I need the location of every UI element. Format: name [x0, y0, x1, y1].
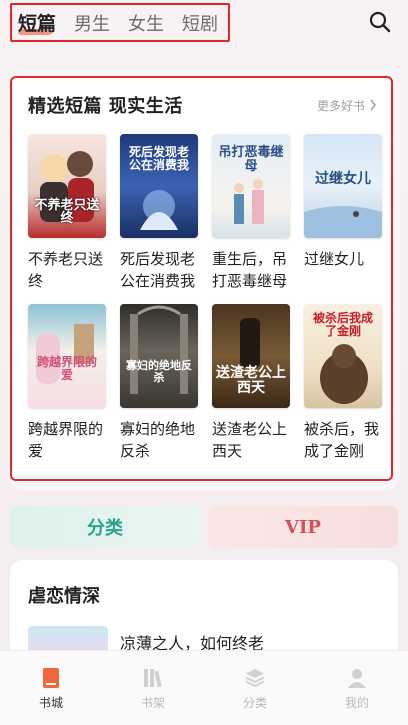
- book-title: 寡妇的绝地反杀: [120, 420, 196, 460]
- tab-short-drama[interactable]: 短剧: [182, 10, 218, 36]
- book-cover-title: 过继女儿: [315, 171, 371, 187]
- book-title: 不养老只送终: [28, 250, 104, 290]
- featured-section: 精选短篇 现实生活 更多好书 不养老只送终 不养老只送终 死后发现老公在消费我 …: [10, 76, 393, 481]
- book-item[interactable]: 跨越界限的爱 跨越界限的爱: [28, 304, 106, 462]
- book-item[interactable]: 死后发现老公在消费我 死后发现老公在消费我: [120, 134, 198, 292]
- book-item[interactable]: 过继女儿 过继女儿: [304, 134, 382, 292]
- nav-bookstore[interactable]: 书城: [16, 666, 86, 711]
- book-cover: 跨越界限的爱: [28, 304, 106, 408]
- tab-male-label: 男生: [74, 13, 111, 35]
- category-button[interactable]: 分类: [10, 506, 200, 548]
- tab-female-label: 女生: [128, 13, 165, 35]
- book-cover: 送渣老公上西天: [212, 304, 290, 408]
- top-tab-bar: 短篇 男生 女生 短剧: [10, 3, 230, 42]
- category-button-label: 分类: [87, 518, 123, 539]
- nav-profile[interactable]: 我的: [322, 666, 392, 711]
- book-cover-title: 不养老只送终: [34, 197, 100, 227]
- book-cover: 死后发现老公在消费我: [120, 134, 198, 238]
- category-icon: [245, 668, 265, 687]
- bottom-nav: 书城 书架 分类 我的: [0, 650, 408, 725]
- nav-bookshelf-label: 书架: [140, 695, 165, 710]
- tab-short-label: 短篇: [18, 13, 57, 35]
- book-cover-title: 送渣老公上西天: [216, 365, 286, 396]
- bookshelf-icon: [144, 668, 162, 687]
- more-books-label: 更多好书: [316, 98, 365, 113]
- book-grid: 不养老只送终 不养老只送终 死后发现老公在消费我 死后发现老公在消费我 吊打恶毒…: [28, 134, 382, 462]
- section2-title: 虐恋情深: [28, 586, 100, 607]
- nav-category-label: 分类: [242, 695, 267, 710]
- book-cover: 过继女儿: [304, 134, 382, 238]
- book-title: 过继女儿: [304, 250, 365, 268]
- nav-category[interactable]: 分类: [220, 666, 290, 711]
- chevron-right-icon: [370, 99, 376, 111]
- book-cover-title: 死后发现老公在消费我: [128, 145, 189, 172]
- more-books-link[interactable]: 更多好书: [317, 97, 377, 114]
- search-icon[interactable]: [368, 10, 392, 34]
- book-cover: 吊打恶毒继母: [212, 134, 290, 238]
- section-title: 精选短篇 现实生活: [28, 96, 183, 117]
- book-item[interactable]: 被杀后我成了金刚 被杀后，我成了金刚: [304, 304, 382, 462]
- tab-female[interactable]: 女生: [128, 10, 164, 36]
- book-title: 跨越界限的爱: [28, 420, 104, 460]
- book-item[interactable]: 吊打恶毒继母 重生后，吊打恶毒继母: [212, 134, 290, 292]
- tab-short[interactable]: 短篇: [18, 9, 56, 36]
- book-cover: 不养老只送终: [28, 134, 106, 238]
- tab-male[interactable]: 男生: [74, 10, 110, 36]
- book-item[interactable]: 不养老只送终 不养老只送终: [28, 134, 106, 292]
- book-title: 重生后，吊打恶毒继母: [212, 250, 288, 290]
- book-title: 死后发现老公在消费我: [120, 250, 196, 290]
- book-title: 被杀后，我成了金刚: [304, 420, 380, 460]
- bookstore-icon: [43, 667, 59, 688]
- book-cover-title: 吊打恶毒继母: [218, 145, 284, 174]
- book-cover-title: 被杀后我成了金刚: [312, 311, 373, 338]
- book-title: 送渣老公上西天: [212, 420, 288, 460]
- book-cover-title: 跨越界限的爱: [36, 355, 97, 382]
- book-item[interactable]: 送渣老公上西天 送渣老公上西天: [212, 304, 290, 462]
- vip-button[interactable]: VIP: [208, 506, 398, 548]
- tab-short-drama-label: 短剧: [182, 13, 219, 35]
- nav-bookshelf[interactable]: 书架: [118, 666, 188, 711]
- nav-bookstore-label: 书城: [38, 695, 63, 710]
- book-cover: 被杀后我成了金刚: [304, 304, 382, 408]
- book-item[interactable]: 寡妇的绝地反杀 寡妇的绝地反杀: [120, 304, 198, 462]
- profile-icon: [348, 668, 366, 688]
- book-cover: 寡妇的绝地反杀: [120, 304, 198, 408]
- nav-profile-label: 我的: [344, 695, 369, 710]
- book-cover-title: 寡妇的绝地反杀: [126, 359, 192, 384]
- vip-button-label: VIP: [285, 516, 321, 538]
